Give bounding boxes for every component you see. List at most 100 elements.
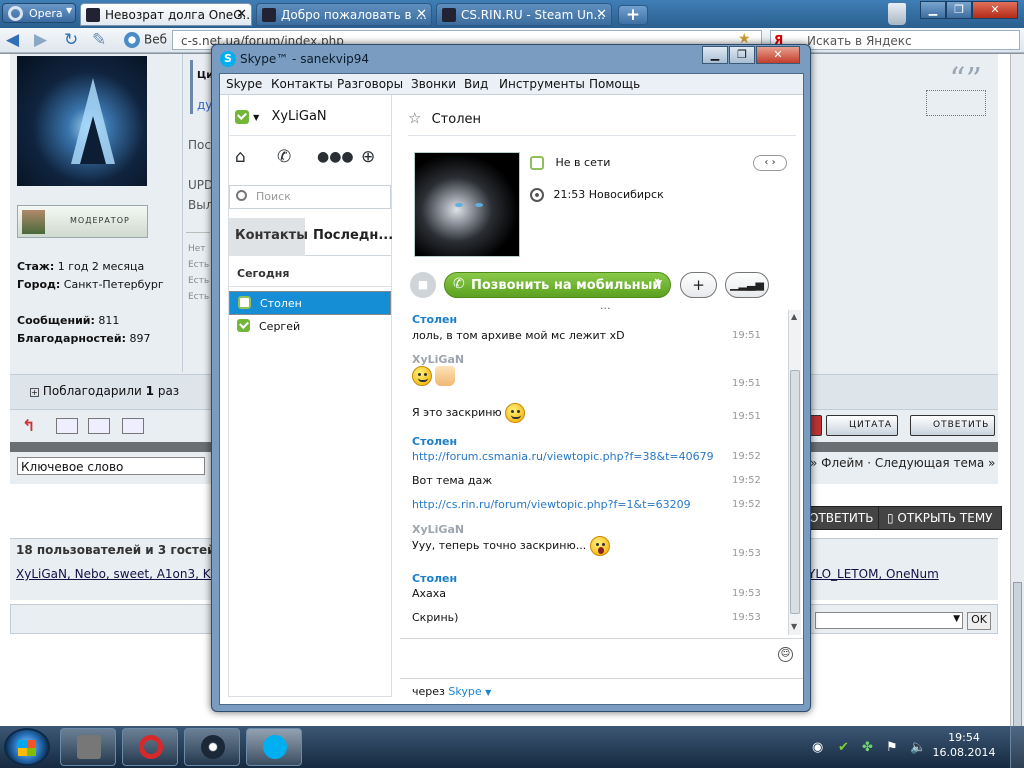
phone-icon[interactable]: ✆ xyxy=(277,147,291,167)
taskbar-steam[interactable] xyxy=(184,728,240,766)
show-desktop-button[interactable] xyxy=(1010,726,1024,768)
close-tab-icon[interactable]: ✕ xyxy=(416,7,427,22)
scrollbar-thumb[interactable] xyxy=(790,370,800,614)
quote-button[interactable]: ЦИТАТА xyxy=(826,415,899,436)
opera-icon xyxy=(139,735,163,759)
menu-help[interactable]: Помощь xyxy=(589,77,640,91)
report-icon[interactable] xyxy=(56,418,78,434)
online-users-list[interactable]: XyLiGaN, Nebo, sweet, A1on3, Kirby xyxy=(16,567,234,581)
profile-icon[interactable] xyxy=(88,418,110,434)
edit-icon[interactable]: ✎ xyxy=(92,32,106,49)
via-service-selector[interactable]: через Skype ▼ xyxy=(400,678,803,706)
online-status-icon[interactable] xyxy=(235,109,249,124)
trash-icon[interactable] xyxy=(888,3,906,25)
message-input[interactable]: ☺ xyxy=(400,638,803,678)
quote-dotted-box xyxy=(926,90,986,116)
menu-skype[interactable]: Skype xyxy=(226,77,262,91)
online-users-list[interactable]: YLO_LETOM, OneNum xyxy=(808,567,939,581)
add-button[interactable]: + xyxy=(680,272,717,298)
tab-welcome[interactable]: Добро пожаловать в ... ✕ xyxy=(256,3,432,26)
message-scrollbar[interactable]: ▲ ▼ xyxy=(788,310,801,635)
chevron-down-icon[interactable]: ▼ xyxy=(655,279,662,289)
open-topic-button[interactable]: ▯ ОТКРЫТЬ ТЕМУ xyxy=(878,506,1002,530)
system-clock[interactable]: 19:54 16.08.2014 xyxy=(932,730,996,760)
profile-nav-arrows[interactable]: ‹ › xyxy=(753,155,787,171)
close-tab-icon[interactable]: ✕ xyxy=(596,7,607,22)
contact-search-input[interactable]: Поиск xyxy=(229,185,391,209)
flag-tray-icon[interactable]: ⚑ xyxy=(886,740,898,755)
call-mobile-button[interactable]: ✆ Позвонить на мобильный ▼ xyxy=(444,272,671,298)
start-button[interactable] xyxy=(4,728,50,766)
reload-icon[interactable]: ↻ xyxy=(64,32,78,49)
add-contact-icon[interactable]: ⊕ xyxy=(361,147,375,167)
chevron-down-icon[interactable]: ▼ xyxy=(253,113,259,122)
clover-tray-icon[interactable]: ✤ xyxy=(862,740,873,755)
forward-icon[interactable]: ▶ xyxy=(34,32,47,49)
signature-text: Есть xyxy=(188,260,210,270)
expand-icon[interactable]: + xyxy=(30,388,39,397)
tab-recent[interactable]: Последн... xyxy=(307,218,399,256)
ok-button[interactable]: OK xyxy=(967,612,991,630)
close-tab-icon[interactable]: ✕ xyxy=(236,7,247,22)
tab-csrin[interactable]: CS.RIN.RU - Steam Un... ✕ xyxy=(436,3,612,26)
next-topic-link[interactable]: » Флейм · Следующая тема » xyxy=(810,456,995,470)
mail-icon[interactable] xyxy=(122,418,144,434)
moderator-label: МОДЕРАТОР xyxy=(70,216,130,225)
favorite-star-icon[interactable]: ☆ xyxy=(408,109,421,127)
clock-time: 19:54 xyxy=(948,731,980,744)
web-search-selector[interactable]: Веб xyxy=(124,32,167,48)
thanked-label[interactable]: Поблагодарили xyxy=(43,384,142,398)
home-icon[interactable]: ⌂ xyxy=(235,147,246,167)
scrollbar-thumb[interactable] xyxy=(1013,582,1022,732)
scroll-top-icon[interactable]: ↰ xyxy=(22,416,35,435)
sidebar-tabs: Контакты Последн... xyxy=(229,218,393,256)
skype-tray-icon[interactable]: ✔ xyxy=(838,740,849,755)
forum-jump-select[interactable]: ▼ xyxy=(815,612,963,629)
contact-photo[interactable] xyxy=(414,152,520,257)
scroll-down-icon[interactable]: ▼ xyxy=(791,622,797,631)
tab-contacts[interactable]: Контакты xyxy=(229,218,308,256)
new-tab-button[interactable]: + xyxy=(618,5,648,25)
my-profile[interactable]: ▼ XyLiGaN xyxy=(235,109,327,124)
group-icon[interactable]: ●●● xyxy=(317,149,354,165)
maximize-button[interactable]: ❐ xyxy=(946,1,972,19)
reply-button[interactable]: ОТВЕТИТЬ xyxy=(910,415,996,436)
skype-minimize-button[interactable]: ▁ xyxy=(702,46,728,64)
menu-contacts[interactable]: Контакты xyxy=(271,77,333,91)
minimize-button[interactable]: ▁ xyxy=(920,1,946,19)
skype-sidebar: ▼ XyLiGaN ⌂ ✆ ●●● ⊕ Поиск Контакты После… xyxy=(228,95,393,697)
message-link[interactable]: http://forum.csmania.ru/viewtopic.php?f=… xyxy=(412,450,714,463)
via-service-label[interactable]: Skype xyxy=(448,685,481,698)
emoticon-picker-icon[interactable]: ☺ xyxy=(778,647,793,662)
scroll-up-icon[interactable]: ▲ xyxy=(791,312,797,321)
contact-item-sergey[interactable]: Сергей xyxy=(229,315,391,339)
tab-forum[interactable]: Невозрат долга OneG... ✕ xyxy=(80,3,252,26)
close-button[interactable]: ✕ xyxy=(972,1,1018,19)
taskbar-opera[interactable] xyxy=(122,728,178,766)
steam-tray-icon[interactable]: ◉ xyxy=(812,740,823,755)
opera-menu-button[interactable]: Opera ▼ xyxy=(2,3,76,23)
message-text: лоль, в том архиве мой мс лежит xD xyxy=(412,329,625,342)
taskbar-skype[interactable] xyxy=(246,728,302,766)
skype-title-bar[interactable]: S Skype™ - sanekvip94 ▁ ❐ ✕ xyxy=(212,45,810,73)
globe-icon xyxy=(530,188,544,202)
volume-icon[interactable]: 🔈 xyxy=(910,740,926,755)
menu-view[interactable]: Вид xyxy=(464,77,488,91)
contact-local-time: 21:53 Новосибирск xyxy=(530,188,664,202)
message-link[interactable]: http://cs.rin.ru/forum/viewtopic.php?f=1… xyxy=(412,498,691,511)
message-text: Ууу, теперь точно заскриню... xyxy=(412,539,587,552)
call-quality-icon[interactable]: ▁▂▃▅ xyxy=(725,272,769,298)
video-call-button[interactable]: ■ xyxy=(410,272,436,298)
contact-item-stolen[interactable]: Столен xyxy=(229,291,391,315)
menu-calls[interactable]: Звонки xyxy=(411,77,456,91)
reply-topic-button[interactable]: ОТВЕТИТЬ xyxy=(800,506,883,530)
menu-conversations[interactable]: Разговоры xyxy=(337,77,403,91)
back-icon[interactable]: ◀ xyxy=(6,32,19,49)
keyword-search-input[interactable]: Ключевое слово xyxy=(17,457,205,475)
chevron-down-icon[interactable]: ▼ xyxy=(485,688,491,697)
taskbar-counter-strike[interactable] xyxy=(60,728,116,766)
page-scrollbar[interactable] xyxy=(1010,54,1024,732)
menu-tools[interactable]: Инструменты xyxy=(499,77,585,91)
skype-maximize-button[interactable]: ❐ xyxy=(729,46,755,64)
skype-close-button[interactable]: ✕ xyxy=(756,46,800,64)
